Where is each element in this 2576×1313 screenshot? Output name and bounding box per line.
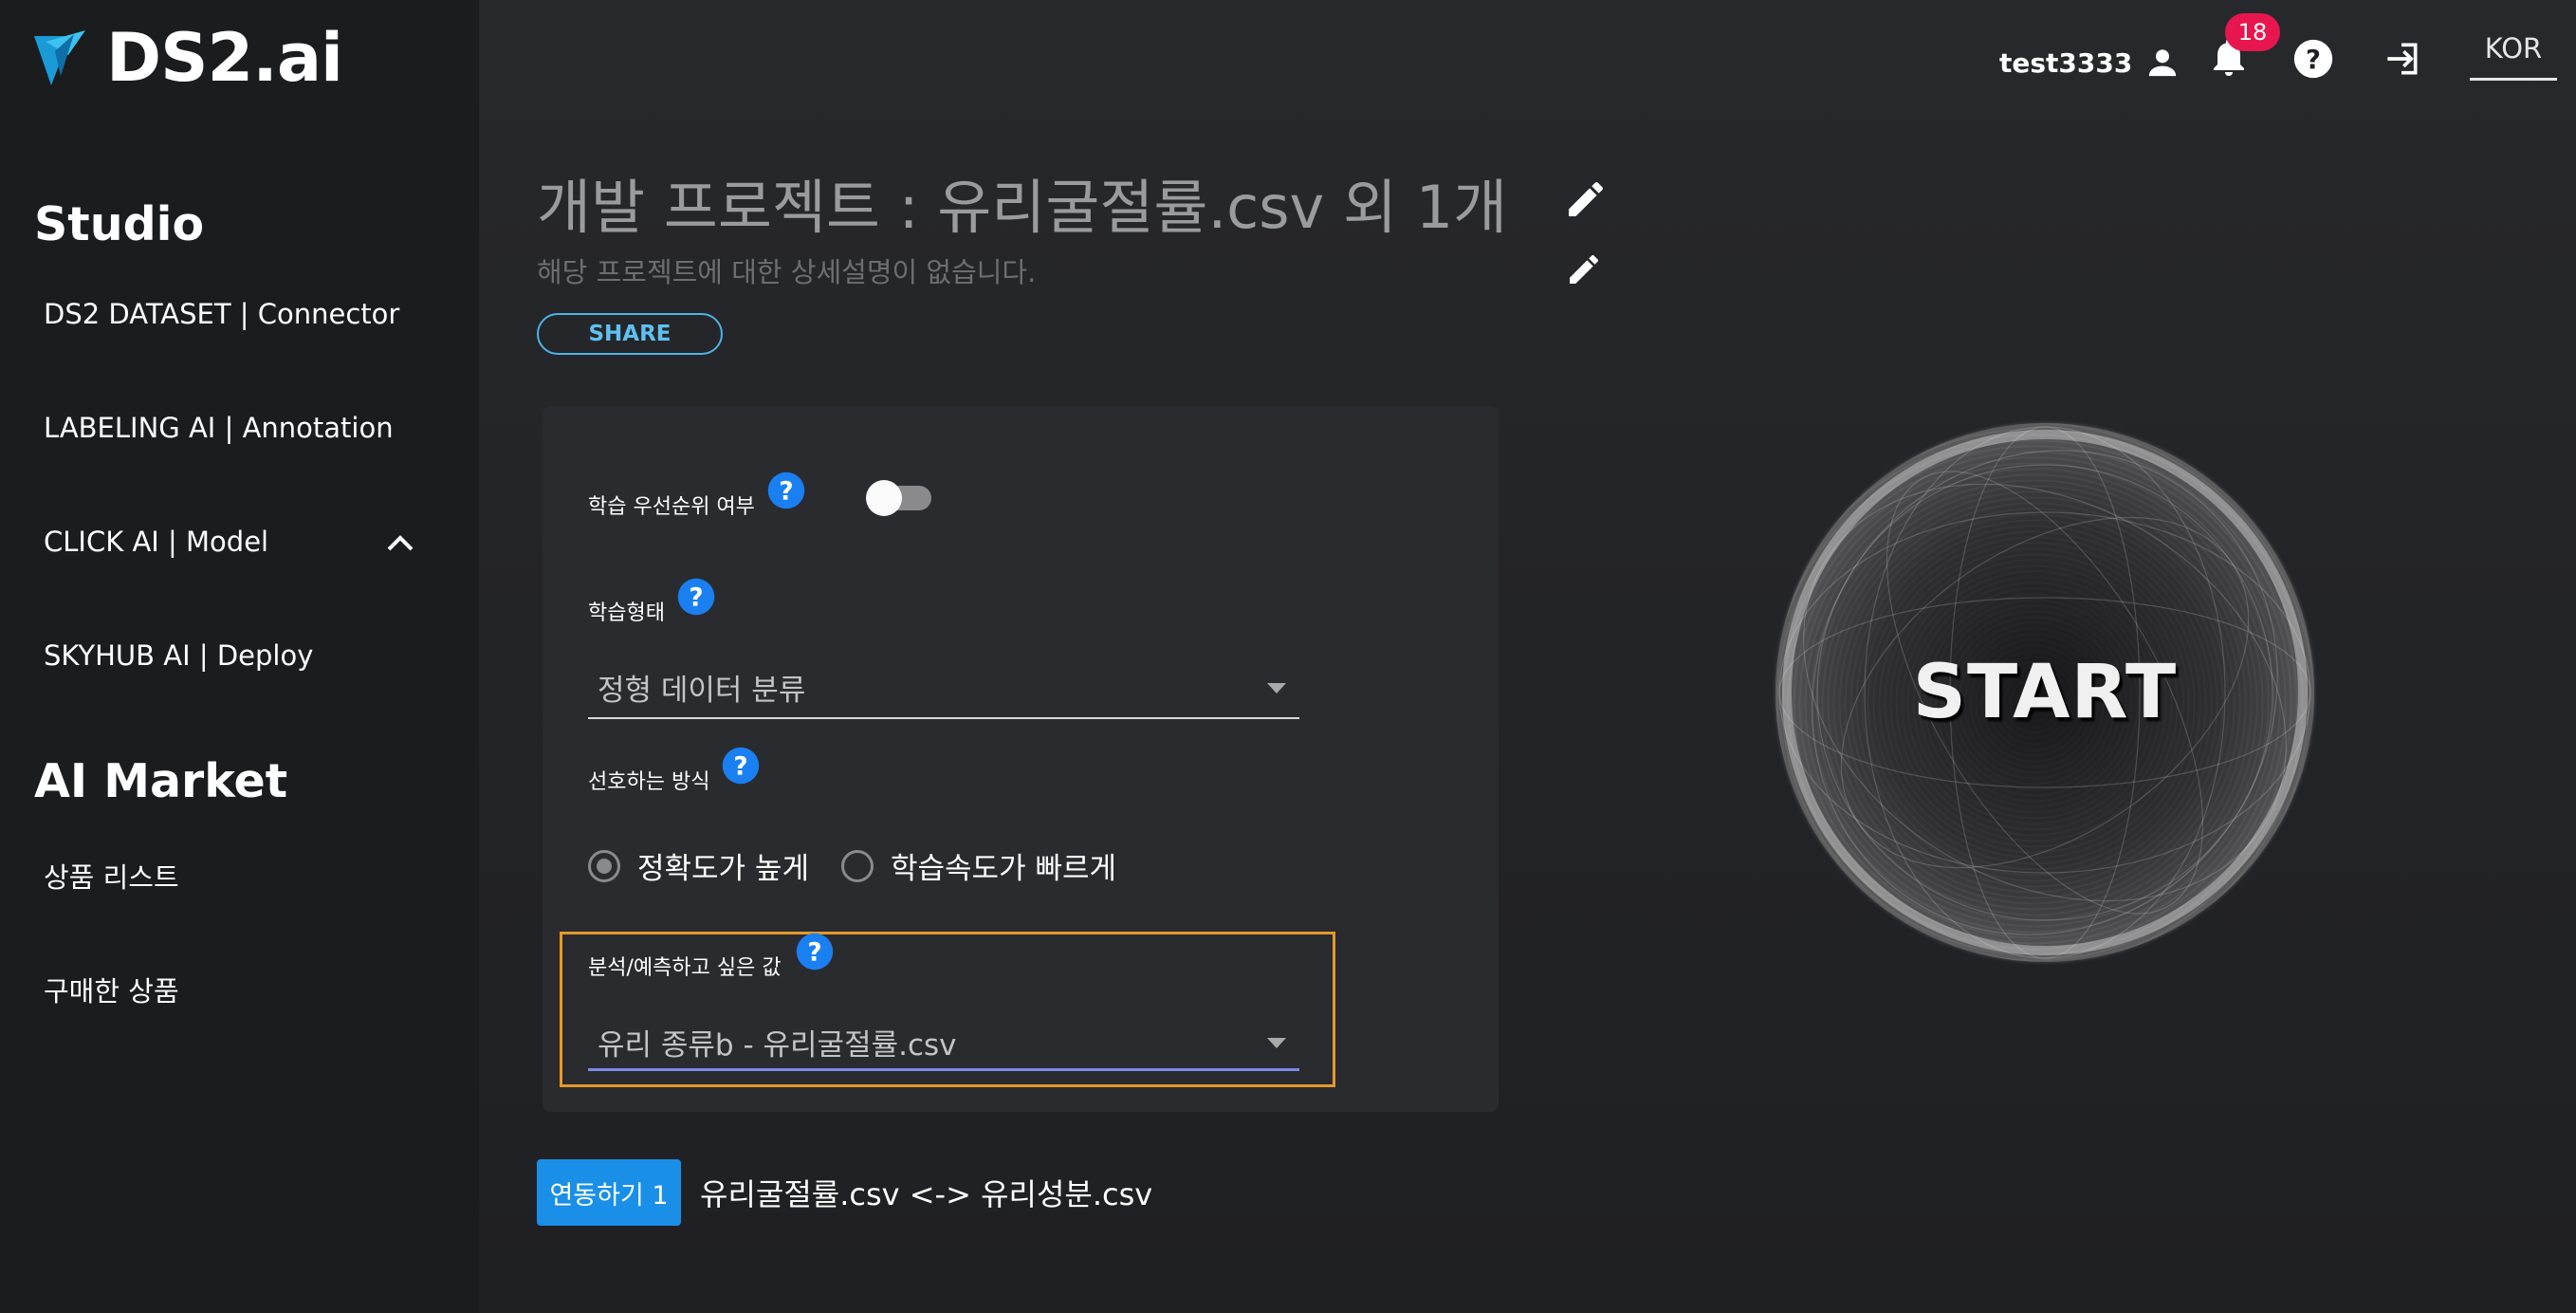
dropdown-arrow-icon xyxy=(1267,683,1286,693)
priority-toggle[interactable] xyxy=(865,478,937,516)
target-label: 분석/예측하고 싶은 값 xyxy=(588,956,782,980)
target-select[interactable]: 유리 종류b - 유리굴절률.csv xyxy=(588,1009,1299,1072)
brand-logo[interactable]: DS2.ai xyxy=(32,19,343,97)
radio-accuracy-label: 정확도가 높게 xyxy=(637,852,809,886)
radio-accuracy[interactable]: 정확도가 높게 xyxy=(588,844,809,887)
help-icon[interactable]: ? xyxy=(2292,38,2334,80)
svg-text:?: ? xyxy=(2306,45,2321,75)
section-title-studio: Studio xyxy=(34,197,205,251)
edit-description-icon[interactable] xyxy=(1565,250,1603,288)
sidebar-item-product-list[interactable]: 상품 리스트 xyxy=(44,856,179,896)
preference-radio-group: 정확도가 높게 학습속도가 빠르게 xyxy=(588,844,1149,887)
language-selector[interactable]: KOR xyxy=(2470,32,2557,81)
start-button[interactable]: START xyxy=(1776,423,2314,962)
radio-speed[interactable]: 학습속도가 빠르게 xyxy=(840,844,1116,887)
target-value: 유리 종류b - 유리굴절률.csv xyxy=(598,1028,957,1063)
preference-label: 선호하는 방식 xyxy=(588,770,710,794)
radio-checked-icon xyxy=(588,849,620,882)
svg-text:?: ? xyxy=(689,584,703,613)
dropdown-arrow-icon xyxy=(1267,1038,1286,1048)
target-help-icon[interactable]: ? xyxy=(795,932,835,971)
section-title-ai-market: AI Market xyxy=(34,754,288,808)
username: test3333 xyxy=(1999,46,2133,79)
start-label: START xyxy=(1912,650,2178,735)
priority-label: 학습 우선순위 여부 xyxy=(588,495,755,519)
priority-help-icon[interactable]: ? xyxy=(766,471,806,510)
link-button[interactable]: 연동하기 1 xyxy=(537,1159,681,1226)
logout-icon[interactable] xyxy=(2381,38,2422,80)
notification-badge: 18 xyxy=(2225,13,2280,51)
training-type-select[interactable]: 정형 데이터 분류 xyxy=(588,655,1299,719)
brand-name: DS2.ai xyxy=(106,19,343,97)
preference-help-icon[interactable]: ? xyxy=(721,746,761,786)
training-type-label: 학습형태 xyxy=(588,601,665,625)
training-type-value: 정형 데이터 분류 xyxy=(598,674,806,708)
person-icon xyxy=(2149,49,2177,77)
svg-text:?: ? xyxy=(733,753,747,782)
training-type-help-icon[interactable]: ? xyxy=(676,577,716,617)
share-button[interactable]: SHARE xyxy=(537,313,723,355)
sidebar-item-dataset[interactable]: DS2 DATASET | Connector xyxy=(44,298,399,330)
page-description: 해당 프로젝트에 대한 상세설명이 없습니다. xyxy=(537,256,1037,288)
link-description: 유리굴절률.csv <-> 유리성분.csv xyxy=(700,1176,1153,1212)
edit-title-icon[interactable] xyxy=(1563,176,1609,222)
user-menu[interactable]: test3333 xyxy=(1999,44,2181,82)
sidebar-item-clickai[interactable]: CLICK AI | Model xyxy=(44,526,268,558)
sidebar-item-labeling[interactable]: LABELING AI | Annotation xyxy=(44,412,394,444)
sidebar-item-purchased[interactable]: 구매한 상품 xyxy=(44,970,179,1009)
svg-text:?: ? xyxy=(807,939,821,968)
radio-unchecked-icon xyxy=(840,849,874,882)
target-select-underline xyxy=(588,1068,1299,1071)
sidebar: DS2.ai Studio DS2 DATASET | Connector LA… xyxy=(0,0,479,1313)
sidebar-item-skyhub[interactable]: SKYHUB AI | Deploy xyxy=(44,639,313,672)
chevron-up-icon[interactable] xyxy=(384,531,416,554)
svg-text:?: ? xyxy=(779,478,793,507)
page-title: 개발 프로젝트 : 유리굴절률.csv 외 1개 xyxy=(537,173,1508,242)
radio-speed-label: 학습속도가 빠르게 xyxy=(890,852,1116,886)
logo-mark-icon xyxy=(34,30,85,85)
